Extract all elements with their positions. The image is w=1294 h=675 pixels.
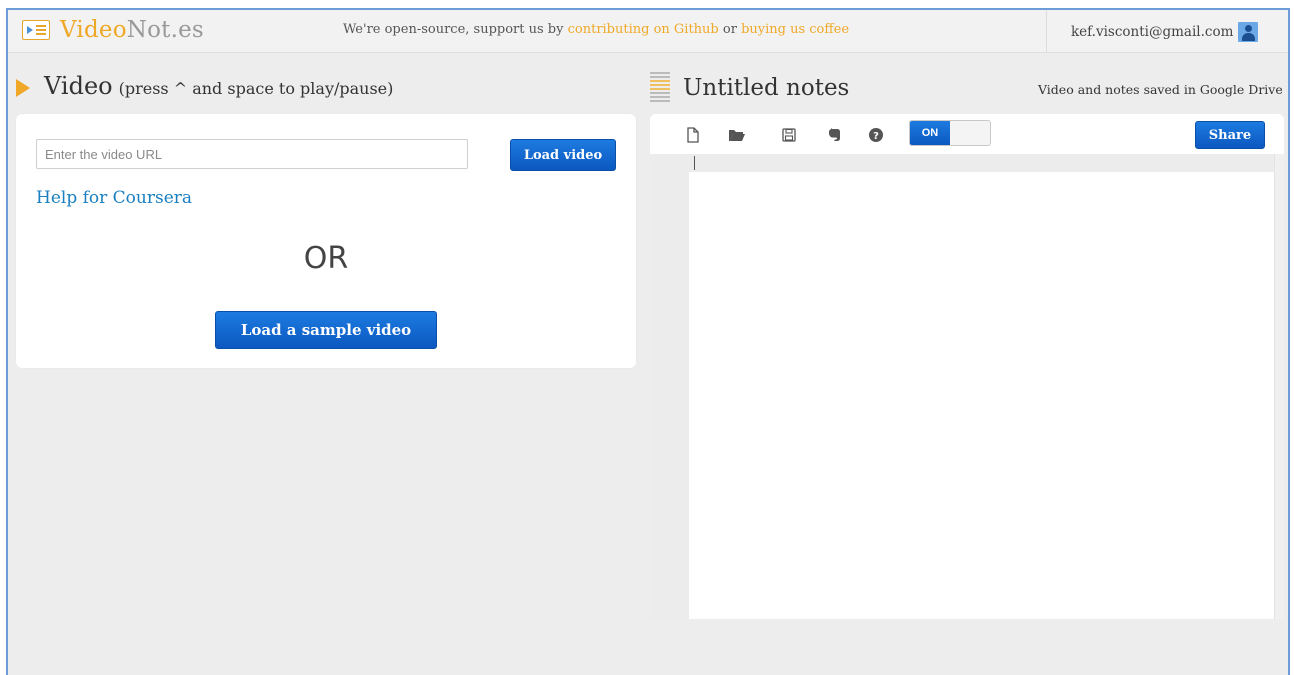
logo-icon (22, 20, 50, 40)
notes-title[interactable]: Untitled notes (683, 75, 849, 101)
open-folder-icon[interactable] (726, 124, 748, 146)
video-url-input[interactable] (36, 139, 468, 169)
load-sample-video-button[interactable]: Load a sample video (215, 311, 437, 349)
svg-text:?: ? (873, 131, 879, 142)
logo[interactable]: VideoNot.es (22, 16, 204, 44)
text-cursor (694, 156, 695, 170)
user-menu[interactable]: kef.visconti@gmail.com (1046, 10, 1288, 53)
tagline: We're open-source, support us by contrib… (343, 22, 850, 37)
logo-text: VideoNot.es (60, 17, 204, 43)
load-video-button[interactable]: Load video (510, 139, 616, 171)
avatar-icon (1238, 21, 1259, 42)
notes-icon (650, 70, 670, 106)
autosync-toggle[interactable]: ON (909, 120, 991, 146)
share-button[interactable]: Share (1195, 121, 1265, 149)
video-title: Video (44, 72, 113, 100)
top-bar: VideoNot.es We're open-source, support u… (8, 10, 1288, 53)
save-icon[interactable] (778, 124, 800, 146)
user-email: kef.visconti@gmail.com (1071, 23, 1234, 40)
video-load-panel: Load video Help for Coursera OR Load a s… (16, 114, 636, 368)
help-icon[interactable]: ? (865, 124, 887, 146)
help-coursera-link[interactable]: Help for Coursera (36, 188, 192, 208)
video-header: Video (press ^ and space to play/pause) (16, 72, 393, 100)
play-icon (16, 79, 30, 97)
coffee-link[interactable]: buying us coffee (741, 22, 849, 37)
editor-scrollbar[interactable] (1274, 154, 1284, 619)
save-status: Video and notes saved in Google Drive (1038, 82, 1283, 97)
line-number-gutter (650, 172, 689, 619)
github-link[interactable]: contributing on Github (568, 22, 719, 37)
editor-gutter-top (650, 154, 1284, 172)
app-frame: VideoNot.es We're open-source, support u… (6, 8, 1290, 675)
evernote-icon[interactable] (824, 124, 846, 146)
or-separator: OR (303, 241, 349, 276)
video-hint: (press ^ and space to play/pause) (118, 79, 394, 98)
editor-toolbar: ? ON Share (650, 114, 1284, 154)
toggle-on-label: ON (910, 121, 950, 145)
new-file-icon[interactable] (682, 124, 704, 146)
notes-editor: ? ON Share (650, 114, 1284, 619)
